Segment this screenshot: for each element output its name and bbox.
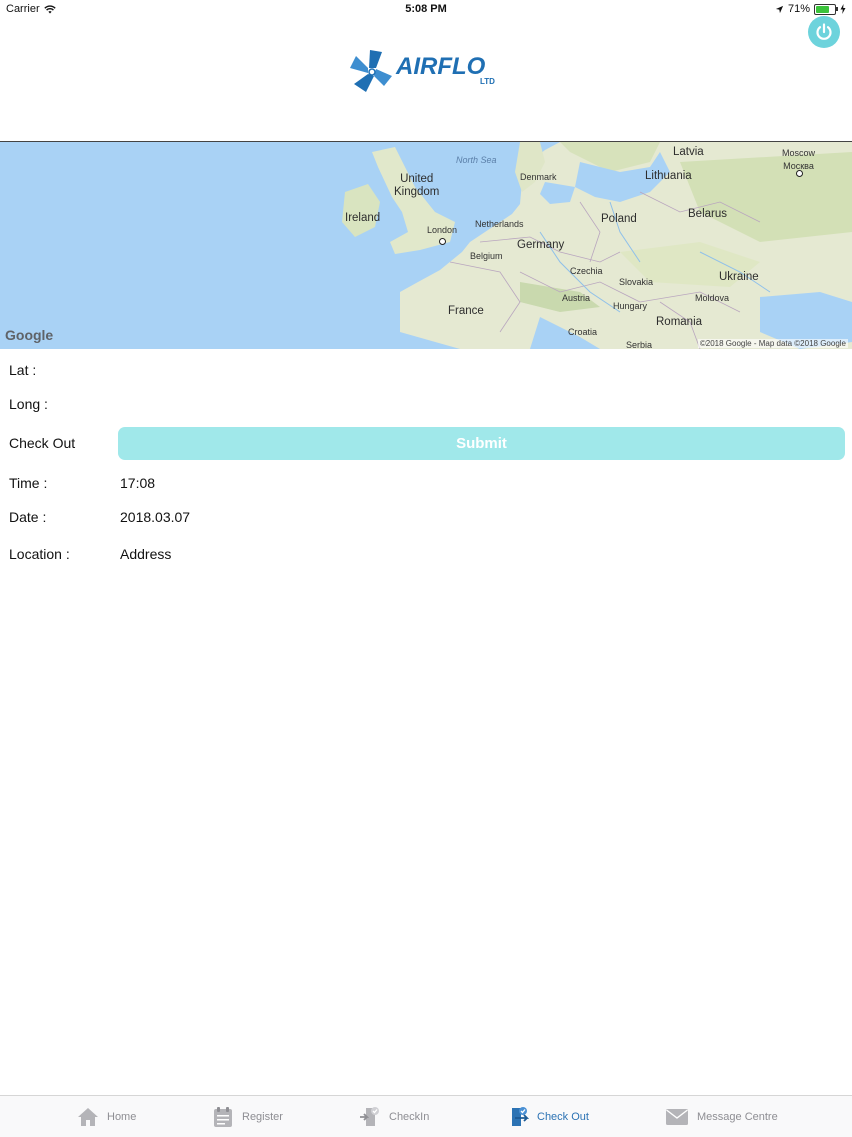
- tab-home[interactable]: Home: [77, 1096, 136, 1137]
- airflo-logo: AIRFLO LTD: [350, 46, 502, 98]
- power-button[interactable]: [808, 16, 840, 48]
- tab-label-message-centre: Message Centre: [697, 1110, 778, 1123]
- date-value: 2018.03.07: [120, 509, 191, 525]
- map-label-hungary: Hungary: [613, 301, 648, 311]
- map-label-croatia: Croatia: [568, 327, 598, 337]
- map-label-denmark: Denmark: [520, 172, 557, 182]
- google-logo[interactable]: Google: [5, 327, 53, 343]
- map-label-austria: Austria: [562, 293, 591, 303]
- logo-text: AIRFLO: [395, 53, 486, 80]
- map-label-latvia: Latvia: [673, 146, 704, 158]
- map-label-belarus: Belarus: [688, 208, 727, 220]
- long-label: Long :: [9, 396, 48, 412]
- power-icon: [816, 23, 832, 40]
- register-icon: [214, 1106, 232, 1127]
- tab-check-out[interactable]: Check Out: [507, 1096, 589, 1137]
- map-label-london: London: [427, 225, 458, 235]
- map-label-lithuania: Lithuania: [645, 170, 692, 182]
- map-label-north-sea: North Sea: [456, 155, 497, 165]
- submit-button[interactable]: Submit: [118, 427, 845, 460]
- fan-icon: [350, 50, 392, 92]
- location-label: Location :: [9, 546, 70, 562]
- lat-label: Lat :: [9, 362, 37, 378]
- time-label: Time :: [9, 475, 48, 491]
- map-attribution[interactable]: ©2018 Google - Map data ©2018 Google: [697, 339, 848, 348]
- tab-message-centre[interactable]: Message Centre: [665, 1096, 778, 1137]
- tab-bar: Home Register CheckIn Check Out Message …: [0, 1095, 852, 1137]
- map-label-ireland: Ireland: [345, 212, 381, 224]
- map-label-romania: Romania: [656, 316, 703, 328]
- map-label-czechia: Czechia: [570, 266, 603, 276]
- map-label-slovakia: Slovakia: [619, 277, 654, 287]
- checkout-label: Check Out: [9, 435, 76, 451]
- map-label-moldova: Moldova: [695, 293, 730, 303]
- tab-label-checkin: CheckIn: [389, 1110, 430, 1123]
- location-arrow-icon: [775, 5, 784, 13]
- charging-icon: [840, 4, 846, 14]
- moscow-marker: [796, 170, 803, 177]
- mail-icon: [666, 1108, 688, 1125]
- map-label-ukraine: Ukraine: [719, 271, 759, 283]
- home-icon: [78, 1107, 98, 1126]
- tab-checkin[interactable]: CheckIn: [359, 1096, 429, 1137]
- battery-icon: [814, 3, 838, 15]
- map-label-france: France: [448, 305, 484, 317]
- tab-label-check-out: Check Out: [537, 1110, 589, 1123]
- date-label: Date :: [9, 509, 47, 525]
- map-label-united-kingdom: United Kingdom: [394, 173, 440, 198]
- map-label-poland: Poland: [601, 213, 637, 225]
- tab-label-register: Register: [242, 1110, 283, 1123]
- time-value: 17:08: [120, 475, 156, 491]
- map-view[interactable]: North Sea Latvia Moscow Москва Denmark L…: [0, 142, 852, 349]
- status-right: 71%: [775, 3, 846, 15]
- map-label-serbia: Serbia: [626, 340, 653, 349]
- map-label-germany: Germany: [517, 239, 565, 251]
- status-bar: Carrier 5:08 PM 71%: [0, 0, 852, 18]
- status-time: 5:08 PM: [405, 3, 447, 15]
- battery-percent: 71%: [787, 3, 810, 15]
- location-value: Address: [120, 546, 172, 562]
- tab-register[interactable]: Register: [212, 1096, 283, 1137]
- map-label-netherlands: Netherlands: [475, 219, 524, 229]
- logo-subtext: LTD: [480, 77, 495, 86]
- map-label-belgium: Belgium: [470, 251, 503, 261]
- tab-label-home: Home: [107, 1110, 137, 1123]
- checkout-icon: [512, 1106, 529, 1126]
- checkin-icon: [360, 1106, 379, 1126]
- london-marker: [439, 238, 446, 245]
